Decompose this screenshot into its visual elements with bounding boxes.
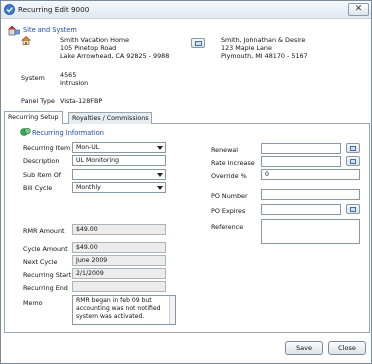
system-number: 4565 <box>60 71 77 79</box>
system-label: System <box>21 74 45 82</box>
home-icon <box>21 36 31 45</box>
recurring-end-label: Recurring End <box>23 284 68 292</box>
memo-scrollbar[interactable] <box>169 296 175 324</box>
rate-increase-label: Rate Increase <box>211 159 255 167</box>
panel-type-value: Vista-128FBP <box>60 97 103 105</box>
memo-textarea[interactable]: RMR began in feb 09 but accounting was n… <box>72 295 176 325</box>
reference-label: Reference <box>211 223 244 231</box>
po-number-input[interactable] <box>261 189 360 200</box>
memo-label: Memo <box>23 299 43 307</box>
po-expires-picker-button[interactable] <box>346 204 360 214</box>
recurring-item-label: Recurring Item <box>23 144 71 152</box>
site-address-line1: 105 Pinetop Road <box>60 44 117 52</box>
rmr-amount-field: $49.00 <box>72 224 166 235</box>
sub-item-select[interactable] <box>72 169 166 180</box>
close-button[interactable]: Close <box>328 341 366 355</box>
site-system-icon <box>8 25 20 36</box>
panel-type-label: Panel Type <box>21 97 55 105</box>
chevron-down-icon <box>157 186 163 190</box>
override-label: Override % <box>211 172 247 180</box>
recurring-start-label: Recurring Start <box>23 271 72 279</box>
override-input[interactable]: 0 <box>261 169 360 180</box>
memo-text: RMR began in feb 09 but accounting was n… <box>76 297 161 320</box>
recurring-edit-window: Recurring Edit 9000 ✕ Site and System Sm… <box>0 0 372 364</box>
window-title: Recurring Edit 9000 <box>18 5 90 14</box>
recurring-info-icon <box>20 127 31 136</box>
recurring-item-select[interactable]: Mon-UL <box>72 142 166 153</box>
po-expires-input[interactable] <box>261 204 341 215</box>
site-name: Smith Vacation Home <box>60 36 130 44</box>
description-input[interactable]: UL Monitoring <box>72 155 166 166</box>
bill-cycle-label: Bill Cycle <box>23 184 53 192</box>
renewal-picker-button[interactable] <box>346 143 360 153</box>
calendar-icon <box>350 159 356 164</box>
recurring-start-field: 2/1/2009 <box>72 268 166 279</box>
close-window-button[interactable]: ✕ <box>348 3 369 16</box>
description-label: Description <box>23 157 60 165</box>
po-expires-label: PO Expires <box>211 207 246 215</box>
recurring-end-field <box>72 281 166 292</box>
site-address-line2: Lake Arrowhead, CA 92825 - 9988 <box>60 52 170 60</box>
owner-lookup-button[interactable] <box>191 38 205 48</box>
reference-textarea[interactable] <box>261 219 360 244</box>
rate-increase-input[interactable] <box>261 156 341 167</box>
owner-address-line1: 123 Maple Lane <box>221 44 272 52</box>
save-button[interactable]: Save <box>285 341 323 355</box>
owner-address-line2: Plymouth, MI 48170 - 5167 <box>221 52 308 60</box>
chevron-down-icon <box>157 173 163 177</box>
card-icon <box>195 41 202 46</box>
title-bar[interactable]: Recurring Edit 9000 ✕ <box>1 1 371 19</box>
rmr-amount-label: RMR Amount <box>23 227 65 235</box>
po-number-label: PO Number <box>211 192 248 200</box>
bill-cycle-select[interactable]: Monthly <box>72 182 166 193</box>
recurring-item-value: Mon-UL <box>76 144 100 151</box>
site-section-title: Site and System <box>23 26 77 34</box>
next-cycle-field: June 2009 <box>72 255 166 266</box>
owner-name: Smith, Johnathan & Desire <box>221 36 306 44</box>
rate-increase-picker-button[interactable] <box>346 156 360 166</box>
calendar-icon <box>350 207 356 212</box>
app-icon <box>4 4 15 15</box>
bill-cycle-value: Monthly <box>76 184 101 191</box>
recurring-info-title: Recurring Information <box>32 129 104 137</box>
chevron-down-icon <box>157 146 163 150</box>
sub-item-label: Sub Item Of <box>23 171 62 179</box>
renewal-input[interactable] <box>261 143 341 154</box>
cycle-amount-label: Cycle Amount <box>23 245 68 253</box>
system-type: Intrusion <box>60 79 89 87</box>
cycle-amount-field: $49.00 <box>72 242 166 253</box>
next-cycle-label: Next Cycle <box>23 258 58 266</box>
calendar-icon <box>350 146 356 151</box>
renewal-label: Renewal <box>211 146 238 154</box>
